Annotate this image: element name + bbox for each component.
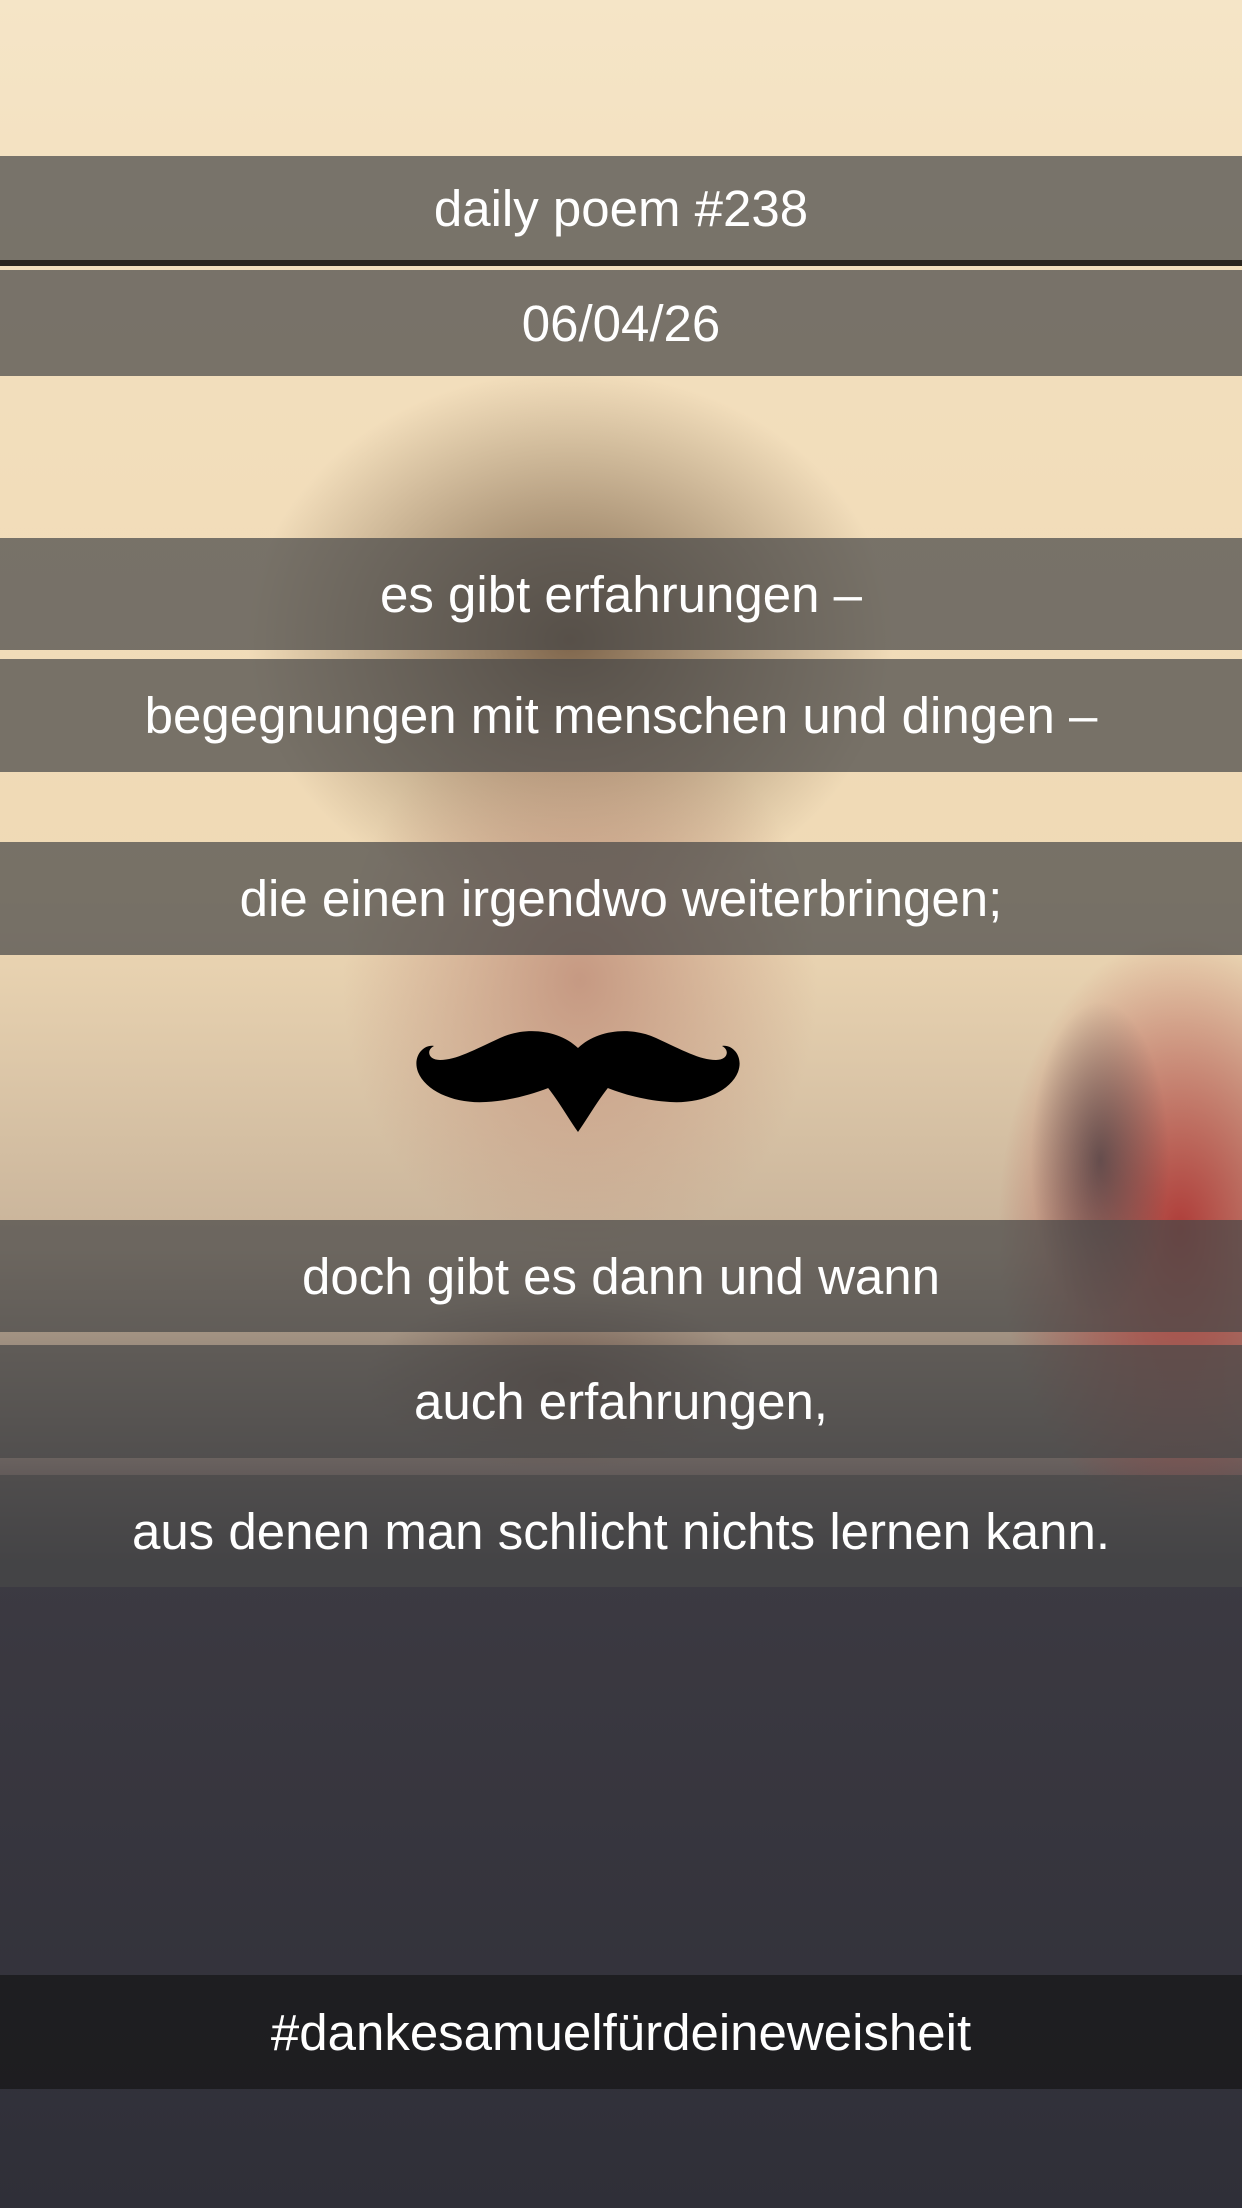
- title-divider: [0, 260, 1242, 266]
- poem-date: 06/04/26: [0, 270, 1242, 376]
- poem-title: daily poem #238: [0, 156, 1242, 260]
- mustache-icon: [416, 1031, 740, 1132]
- hashtag-caption: #dankesamuelfürdeineweisheit: [0, 1975, 1242, 2089]
- poem-line: aus denen man schlicht nichts lernen kan…: [0, 1475, 1242, 1587]
- poem-line: auch erfahrungen,: [0, 1345, 1242, 1458]
- poem-line: es gibt erfahrungen –: [0, 538, 1242, 650]
- poem-line: begegnungen mit menschen und dingen –: [0, 659, 1242, 772]
- poem-line: die einen irgendwo weiterbringen;: [0, 842, 1242, 955]
- poem-line: doch gibt es dann und wann: [0, 1220, 1242, 1332]
